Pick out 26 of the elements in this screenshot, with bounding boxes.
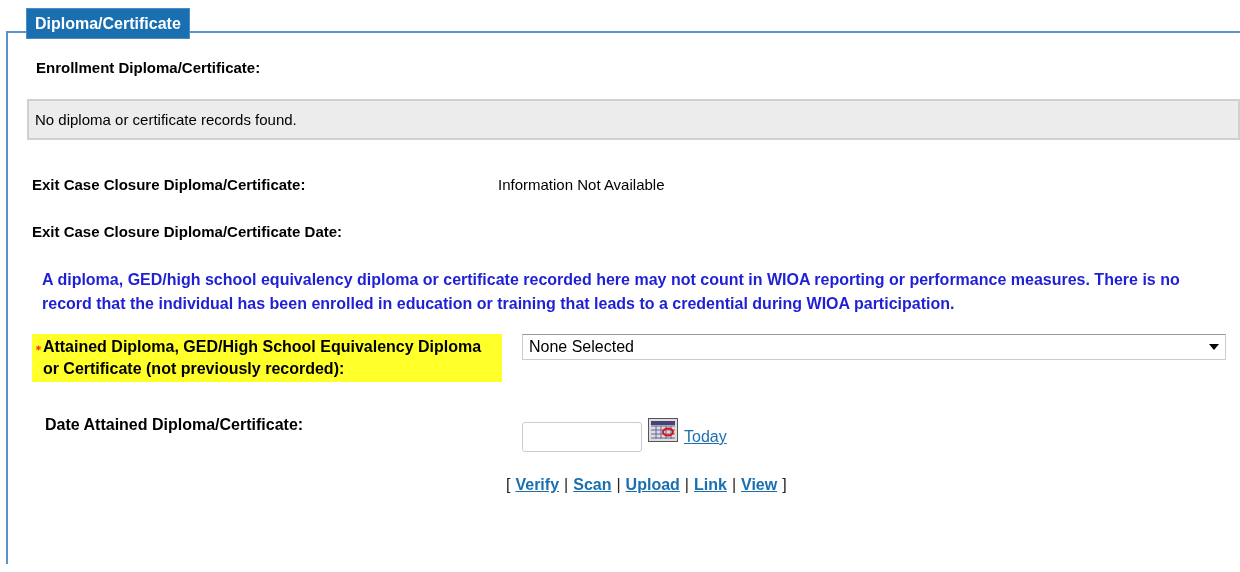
empty-message: No diploma or certificate records found. [27, 99, 1240, 140]
separator-text: [ [506, 476, 511, 494]
action-link[interactable]: Upload [625, 476, 680, 494]
field-label: Date Attained Diploma/Certificate: [44, 415, 305, 435]
action-link[interactable]: View [741, 476, 778, 494]
field-label: Exit Case Closure Diploma/Certificate: [32, 176, 307, 193]
action-link[interactable]: Verify [515, 476, 560, 494]
required-icon [36, 344, 41, 352]
separator-text: | [564, 476, 569, 494]
date-field[interactable] [522, 422, 642, 452]
field-label: Exit Case Closure Diploma/Certificate Date: [32, 223, 344, 240]
today-link[interactable]: Today [684, 428, 727, 446]
caret-icon [1209, 344, 1219, 350]
action-link[interactable]: Link [694, 476, 727, 494]
field-label: Attained Diploma, GED/High School Equivalency Diploma or Certificate (not previously recorded): [32, 334, 502, 382]
field-value: Information Not Available [498, 176, 666, 193]
action-link[interactable]: Scan [573, 476, 612, 494]
panel-tab[interactable]: Diploma/Certificate [26, 8, 190, 39]
separator-text: | [616, 476, 621, 494]
notice-text: A diploma, GED/high school equivalency diploma or certificate recorded here may not count in WIOA reporting or performance measures. There is no record that the individual has been enrolled in education or training that leads to a credential during WIOA participation. [42, 270, 1181, 314]
separator-text: | [684, 476, 689, 494]
dropdown[interactable]: None Selected [522, 334, 1226, 360]
section-heading: Enrollment Diploma/Certificate: [36, 59, 262, 76]
calendar-icon[interactable] [648, 418, 678, 442]
separator-text: ] [782, 476, 787, 494]
separator-text: | [731, 476, 737, 494]
